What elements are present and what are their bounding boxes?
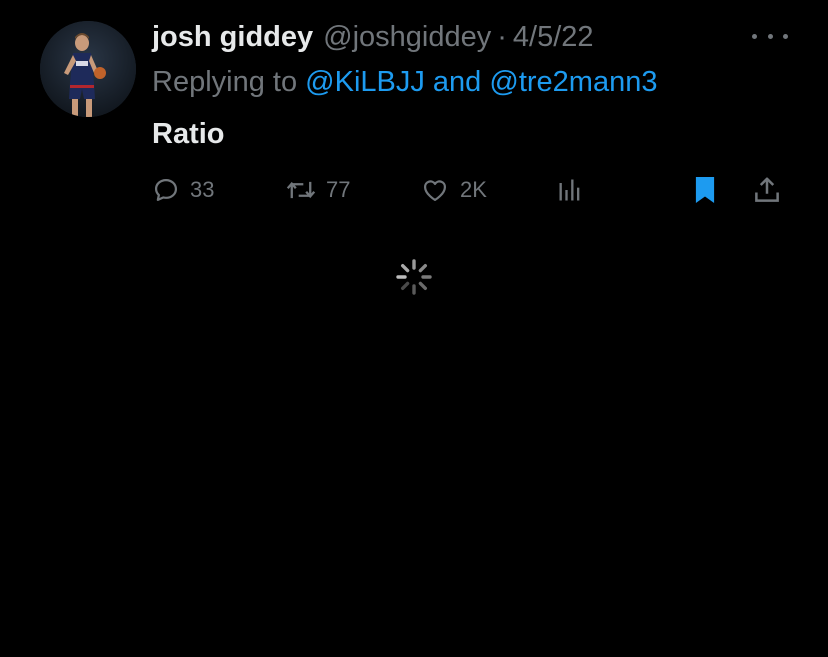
like-button[interactable]: 2K bbox=[420, 170, 487, 210]
like-count: 2K bbox=[460, 177, 487, 202]
mention-link-2[interactable]: @tre2mann3 bbox=[489, 66, 657, 98]
reply-prefix: Replying to bbox=[152, 66, 298, 98]
separator-dot: · bbox=[497, 21, 507, 53]
views-button[interactable] bbox=[556, 170, 584, 210]
tweet-header: josh giddey @joshgiddey · 4/5/22 bbox=[152, 18, 788, 56]
bar-chart-icon bbox=[559, 179, 580, 201]
more-dot bbox=[752, 33, 757, 39]
heart-icon bbox=[423, 180, 447, 202]
author-name[interactable]: josh giddey bbox=[152, 18, 313, 56]
retweet-button[interactable]: 77 bbox=[286, 170, 350, 210]
retweet-count: 77 bbox=[326, 177, 351, 202]
more-options-icon[interactable] bbox=[752, 28, 788, 44]
more-dot bbox=[767, 33, 773, 39]
reply-icon bbox=[154, 178, 178, 202]
share-icon bbox=[755, 177, 779, 202]
mention-link-1[interactable]: @KiLBJJ bbox=[305, 66, 425, 98]
share-button[interactable] bbox=[752, 170, 782, 210]
author-handle[interactable]: @joshgiddey bbox=[323, 18, 491, 56]
tweet-text: Ratio bbox=[152, 118, 225, 150]
bookmark-icon bbox=[695, 177, 715, 203]
tweet-body: josh giddey @joshgiddey · 4/5/22 Replyin… bbox=[152, 18, 788, 153]
tweet-actions: 33 77 2K bbox=[152, 170, 788, 210]
avatar-image bbox=[40, 21, 136, 117]
reply-button[interactable]: 33 bbox=[152, 170, 214, 210]
retweet-icon bbox=[286, 181, 316, 199]
bookmark-button[interactable] bbox=[692, 170, 718, 210]
mention-joiner[interactable]: and bbox=[433, 66, 481, 98]
reply-count: 33 bbox=[190, 177, 215, 202]
loading-spinner-icon bbox=[396, 259, 432, 295]
reply-context: Replying to @KiLBJJ and @tre2mann3 bbox=[152, 63, 788, 101]
avatar[interactable] bbox=[40, 21, 136, 117]
tweet-date[interactable]: 4/5/22 bbox=[513, 18, 594, 56]
more-dot bbox=[783, 33, 788, 39]
